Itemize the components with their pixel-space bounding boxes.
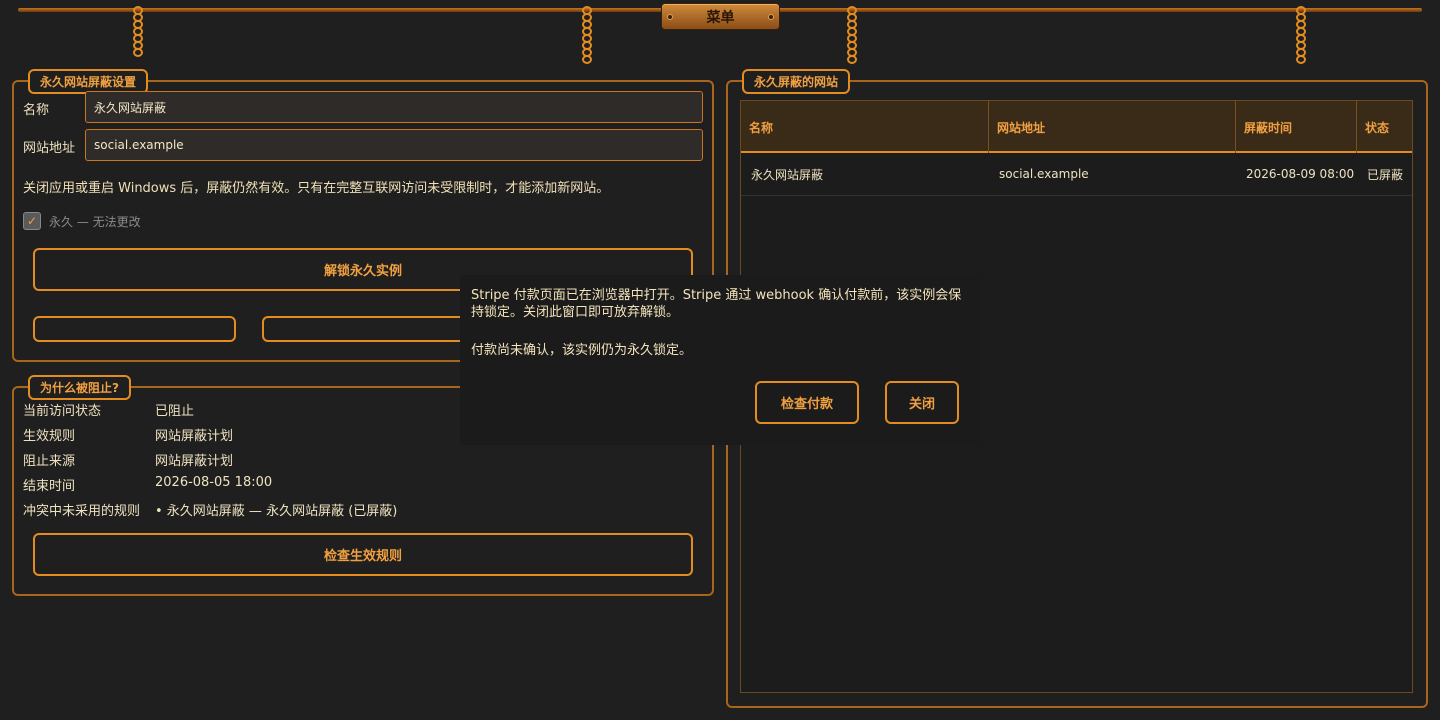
chain-decoration xyxy=(131,6,145,57)
rivet-icon xyxy=(768,14,774,20)
row-divider xyxy=(741,195,1412,196)
dialog-message: Stripe 付款页面已在浏览器中打开。Stripe 通过 webhook 确认… xyxy=(471,288,962,320)
why-blocked-title: 为什么被阻止? xyxy=(28,375,131,400)
close-button[interactable]: 关闭 xyxy=(885,381,959,424)
payment-dialog: Stripe 付款页面已在浏览器中打开。Stripe 通过 webhook 确认… xyxy=(460,275,980,445)
block-source-value: 网站屏蔽计划 xyxy=(155,454,234,469)
menu-button[interactable]: 菜单 xyxy=(661,3,780,30)
active-rule-value: 网站屏蔽计划 xyxy=(155,429,234,444)
end-time-value: 2026-08-05 18:00 xyxy=(155,475,273,490)
conflict-rules-label: 冲突中未采用的规则 xyxy=(23,504,141,519)
chain-decoration xyxy=(1294,6,1308,64)
column-header-name[interactable]: 名称 xyxy=(741,101,989,153)
name-label: 名称 xyxy=(23,103,50,118)
hidden-button-right[interactable] xyxy=(262,316,465,342)
table-header: 名称 网站地址 屏蔽时间 状态 xyxy=(741,101,1412,153)
table-cell-name[interactable]: 永久网站屏蔽 xyxy=(741,153,989,195)
hidden-button-left[interactable] xyxy=(33,316,236,342)
url-field[interactable]: social.example xyxy=(85,129,703,161)
end-time-label: 结束时间 xyxy=(23,479,76,494)
check-payment-button[interactable]: 检查付款 xyxy=(755,381,859,424)
check-active-rule-button[interactable]: 检查生效规则 xyxy=(33,533,693,576)
url-label: 网站地址 xyxy=(23,141,76,156)
block-source-label: 阻止来源 xyxy=(23,454,76,469)
permanent-label: 永久 — 无法更改 xyxy=(49,215,141,229)
blocked-sites-title: 永久屏蔽的网站 xyxy=(742,69,851,94)
access-status-value: 已阻止 xyxy=(155,404,195,419)
active-rule-label: 生效规则 xyxy=(23,429,76,444)
access-status-label: 当前访问状态 xyxy=(23,404,102,419)
table-cell-time[interactable]: 2026-08-09 08:00 xyxy=(1236,153,1357,195)
table-cell-url[interactable]: social.example xyxy=(989,153,1236,195)
conflict-rules-value: • 永久网站屏蔽 — 永久网站屏蔽 (已屏蔽) xyxy=(155,504,398,519)
permanent-checkbox[interactable]: ✓ xyxy=(23,212,41,230)
column-header-status[interactable]: 状态 xyxy=(1357,101,1414,153)
column-header-time[interactable]: 屏蔽时间 xyxy=(1236,101,1357,153)
rivet-icon xyxy=(667,14,673,20)
check-icon: ✓ xyxy=(26,214,38,228)
chain-decoration xyxy=(845,6,859,64)
persistence-note: 关闭应用或重启 Windows 后，屏蔽仍然有效。只有在完整互联网访问未受限制时… xyxy=(23,181,610,196)
table-cell-status[interactable]: 已屏蔽 xyxy=(1357,153,1414,195)
chain-decoration xyxy=(580,6,594,64)
name-field[interactable]: 永久网站屏蔽 xyxy=(85,91,703,123)
column-header-url[interactable]: 网站地址 xyxy=(989,101,1236,153)
menu-label: 菜单 xyxy=(706,9,735,26)
dialog-status: 付款尚未确认，该实例仍为永久锁定。 xyxy=(471,343,693,358)
